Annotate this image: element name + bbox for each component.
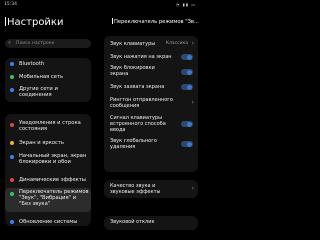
settings-pane: Настройки ⌕ Поиск настроек Bluetooth Моб…: [0, 10, 98, 226]
chevron-right-icon: ›: [191, 40, 194, 47]
row-label: Звук захвата экрана: [110, 84, 165, 90]
mobile-network-icon: [10, 75, 14, 79]
sidebar-item-mobile-network[interactable]: Мобильная сеть: [5, 71, 91, 82]
sound-quality-group: Качество звука и звуковые эффекты ›: [104, 180, 198, 198]
sidebar-item-label: Переключатель режимов "Звук", "Вибрация"…: [19, 189, 89, 207]
bluetooth-icon: [10, 62, 14, 66]
status-icons: ◔ ▮▮ ▭: [175, 2, 196, 7]
update-icon: [10, 220, 14, 224]
search-icon: ⌕: [8, 40, 12, 46]
settings-group-display: Уведомления и строка состояния Экран и я…: [5, 114, 91, 226]
effects-icon: [10, 178, 14, 182]
sound-quality-row[interactable]: Качество звука и звуковые эффекты ›: [104, 182, 198, 196]
message-ringtone-row[interactable]: Рингтон отправленного сообщения ›: [104, 96, 198, 110]
sidebar-item-dynamic-effects[interactable]: Динамические эффекты: [5, 175, 91, 185]
settings-group-connections: Bluetooth Мобильная сеть Другие сети и с…: [5, 58, 91, 102]
row-label: Звук клавиатуры: [110, 41, 156, 47]
display-icon: [10, 141, 14, 145]
keyboard-sound-row[interactable]: Звук клавиатуры Классика ›: [104, 38, 198, 49]
delete-sound-toggle[interactable]: [181, 141, 193, 147]
detail-title: Переключатель режимов "Зв...: [112, 18, 199, 25]
sidebar-item-bluetooth[interactable]: Bluetooth: [5, 58, 91, 69]
sound-mode-icon: [10, 192, 14, 196]
sound-feedback-group: Звуковой отклик: [104, 216, 198, 230]
row-label: Звук блокировки экрана: [110, 65, 155, 77]
search-placeholder: Поиск настроек: [16, 41, 55, 46]
sidebar-item-label: Bluetooth: [19, 61, 45, 67]
sidebar-item-display[interactable]: Экран и яркость: [5, 138, 91, 148]
ime-sound-toggle[interactable]: [181, 121, 193, 127]
row-label: Рингтон отправленного сообщения: [110, 97, 173, 109]
lock-sound-row[interactable]: Звук блокировки экрана: [104, 65, 198, 79]
row-value: Классика: [165, 41, 188, 46]
row-label: Звуковой отклик: [110, 219, 155, 225]
row-label: Звук глобального удаления: [110, 138, 157, 150]
sidebar-item-label: Мобильная сеть: [19, 74, 64, 80]
touch-sound-toggle[interactable]: [181, 54, 193, 60]
home-screen-icon: [10, 155, 14, 159]
row-label: Качество звука и звуковые эффекты: [110, 183, 161, 195]
sidebar-item-notifications[interactable]: Уведомления и строка состояния: [5, 120, 91, 134]
chevron-right-icon: ›: [191, 185, 194, 192]
sidebar-item-label: Начальный экран, экран блокировки и обои: [19, 153, 87, 165]
sidebar-item-system-update[interactable]: Обновление системы: [5, 217, 91, 226]
sidebar-item-sound-mode[interactable]: Переключатель режимов "Звук", "Вибрация"…: [5, 188, 91, 212]
connections-icon: [10, 88, 14, 92]
touch-sound-row[interactable]: Звук нажатия на экран: [104, 52, 198, 62]
row-label: Звук нажатия на экран: [110, 54, 172, 60]
sidebar-item-label: Экран и яркость: [19, 140, 64, 146]
screenshot-sound-toggle[interactable]: [181, 84, 193, 90]
status-time: 15:34: [4, 2, 17, 7]
sidebar-item-home-screen[interactable]: Начальный экран, экран блокировки и обои: [5, 152, 91, 171]
search-input[interactable]: ⌕ Поиск настроек: [5, 39, 91, 48]
global-delete-sound-row[interactable]: Звук глобального удаления: [104, 137, 198, 151]
lock-sound-toggle[interactable]: [181, 69, 193, 75]
sound-feedback-row[interactable]: Звуковой отклик: [104, 218, 198, 226]
row-label: Сигнал клавиатуры встроенного способа вв…: [110, 115, 166, 133]
sidebar-item-other-networks[interactable]: Другие сети и соединения: [5, 84, 91, 100]
status-bar: 15:34 ◔ ▮▮ ▭: [0, 0, 200, 10]
chevron-right-icon: ›: [191, 99, 194, 106]
sidebar-item-label: Другие сети и соединения: [19, 86, 58, 98]
detail-pane: Переключатель режимов "Зв... Звук клавиа…: [100, 10, 200, 230]
sidebar-item-label: Обновление системы: [19, 219, 78, 225]
notifications-icon: [10, 123, 14, 127]
ime-keyboard-sound-row[interactable]: Сигнал клавиатуры встроенного способа вв…: [104, 114, 198, 134]
sound-settings-group: Звук клавиатуры Классика › Звук нажатия …: [104, 36, 198, 172]
sidebar-item-label: Уведомления и строка состояния: [19, 120, 81, 132]
sidebar-item-label: Динамические эффекты: [19, 177, 86, 183]
page-title: Настройки: [5, 17, 64, 28]
screenshot-sound-row[interactable]: Звук захвата экрана: [104, 82, 198, 92]
